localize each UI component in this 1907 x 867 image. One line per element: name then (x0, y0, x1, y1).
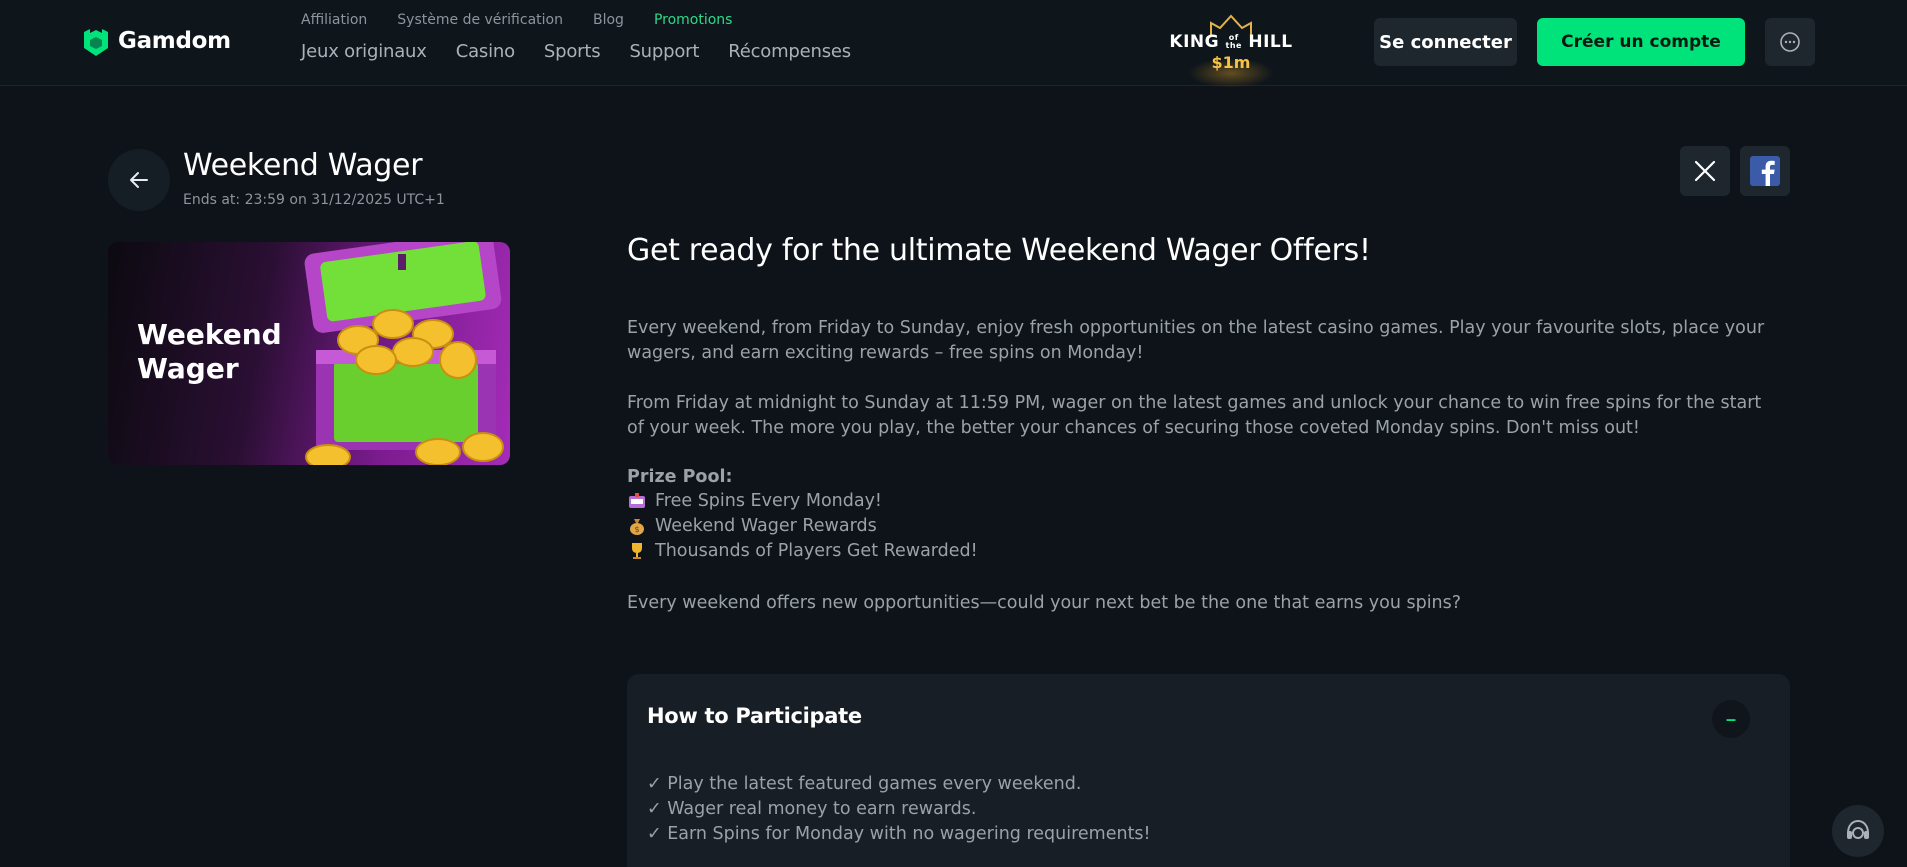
prize-item: Thousands of Players Get Rewarded! (627, 541, 978, 561)
prize-text: Weekend Wager Rewards (655, 516, 877, 536)
prize-text: Thousands of Players Get Rewarded! (655, 541, 978, 561)
promo-headline: Get ready for the ultimate Weekend Wager… (627, 233, 1371, 268)
nav-originals[interactable]: Jeux originaux (301, 41, 427, 62)
page-title: Weekend Wager (183, 148, 423, 183)
chat-button[interactable] (1765, 18, 1815, 66)
top-link-promotions[interactable]: Promotions (654, 12, 733, 28)
arrow-left-icon (130, 172, 148, 188)
promo-banner: Weekend Wager (108, 242, 510, 465)
participate-step: ✓ Wager real money to earn rewards. (647, 799, 977, 819)
how-to-participate-panel: How to Participate – ✓ Play the latest f… (627, 674, 1790, 867)
site-header: Gamdom Affiliation Système de vérificati… (0, 0, 1907, 88)
chat-bubble-icon (1780, 32, 1800, 52)
share-x-button[interactable] (1680, 146, 1730, 196)
money-bag-icon: $ (627, 516, 647, 536)
logo-text: Gamdom (118, 28, 231, 54)
nav-support[interactable]: Support (629, 41, 699, 62)
support-chat-fab[interactable] (1832, 805, 1884, 857)
share-facebook-button[interactable] (1740, 146, 1790, 196)
prize-text: Free Spins Every Monday! (655, 491, 882, 511)
login-button[interactable]: Se connecter (1374, 18, 1517, 66)
support-agent-icon (1847, 819, 1869, 839)
gamdom-logo[interactable]: Gamdom (82, 24, 231, 58)
minus-icon: – (1725, 709, 1736, 729)
top-link-verification[interactable]: Système de vérification (397, 12, 563, 28)
top-link-affiliation[interactable]: Affiliation (301, 12, 367, 28)
prize-pool-label: Prize Pool: (627, 467, 733, 487)
prize-item: Free Spins Every Monday! (627, 491, 882, 511)
details-paragraph: From Friday at midnight to Sunday at 11:… (627, 393, 1762, 438)
register-button[interactable]: Créer un compte (1537, 18, 1745, 66)
nav-sports[interactable]: Sports (544, 41, 601, 62)
koth-amount: $1m (1211, 53, 1251, 72)
closing-paragraph: Every weekend offers new opportunities—c… (627, 593, 1462, 613)
slot-machine-icon (627, 491, 647, 511)
gamdom-logo-icon (84, 29, 108, 56)
main-nav: Jeux originaux Casino Sports Support Réc… (301, 41, 851, 62)
king-of-the-hill-banner[interactable]: KING of the HILL $1m (1168, 10, 1294, 88)
trophy-icon (627, 541, 647, 561)
svg-text:$: $ (634, 525, 639, 534)
x-logo-icon (1694, 160, 1716, 182)
back-button[interactable] (108, 149, 170, 211)
facebook-logo-icon (1750, 156, 1780, 186)
accordion-collapse-button[interactable]: – (1712, 700, 1750, 738)
promo-end-date: Ends at: 23:59 on 31/12/2025 UTC+1 (183, 192, 445, 208)
participate-step: ✓ Earn Spins for Monday with no wagering… (647, 824, 1151, 844)
koth-title: KING of the HILL (1169, 32, 1293, 52)
top-link-blog[interactable]: Blog (593, 12, 624, 28)
intro-paragraph: Every weekend, from Friday to Sunday, en… (627, 318, 1765, 363)
treasure-chest-illustration (304, 242, 504, 465)
participate-step: ✓ Play the latest featured games every w… (647, 774, 1082, 794)
prize-item: $ Weekend Wager Rewards (627, 516, 877, 536)
nav-rewards[interactable]: Récompenses (728, 41, 851, 62)
accordion-title[interactable]: How to Participate (647, 704, 862, 728)
top-links-nav: Affiliation Système de vérification Blog… (301, 12, 732, 28)
nav-casino[interactable]: Casino (456, 41, 515, 62)
banner-title: Weekend Wager (137, 318, 282, 385)
